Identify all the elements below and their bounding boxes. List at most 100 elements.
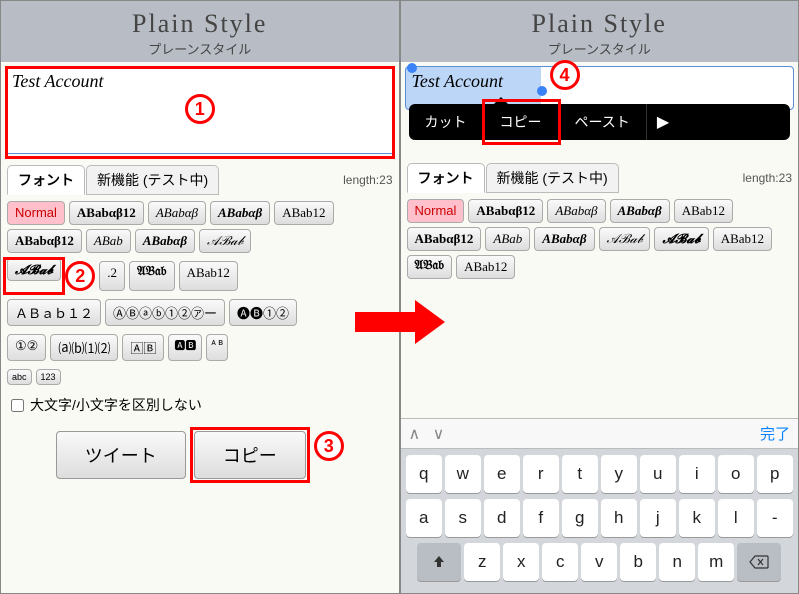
key-u[interactable]: u: [640, 455, 676, 493]
font-fraktur-bold-r[interactable]: 𝔄𝔅𝔞𝔟: [407, 255, 453, 279]
key-g[interactable]: g: [562, 499, 598, 537]
key-q[interactable]: q: [406, 455, 442, 493]
font-script-light-r[interactable]: 𝒜ℬ𝒶𝒷: [599, 227, 651, 251]
font-tiny-123[interactable]: 123: [36, 369, 61, 385]
annotation-box-3: [190, 427, 310, 483]
font-serif-bold[interactable]: ABabαβ12: [69, 201, 144, 225]
key-f[interactable]: f: [523, 499, 559, 537]
tab-font[interactable]: フォント: [7, 165, 85, 195]
font-serif-bolditalic-r[interactable]: ABabαβ: [610, 199, 670, 223]
key--[interactable]: -: [757, 499, 793, 537]
key-y[interactable]: y: [601, 455, 637, 493]
font-paren[interactable]: ⒜⒝⑴⑵: [50, 334, 118, 361]
case-checkbox[interactable]: [11, 399, 24, 412]
length-indicator: length:23: [343, 173, 392, 187]
font-sans-bold-ab12-r[interactable]: ABabαβ12: [407, 227, 482, 251]
tabs-row: フォント 新機能 (テスト中) length:23: [1, 163, 399, 197]
key-t[interactable]: t: [562, 455, 598, 493]
font-r2-ab12[interactable]: ABab12: [713, 227, 772, 251]
font-small-ab[interactable]: ᴀ ʙ: [206, 334, 228, 361]
ctx-paste[interactable]: ペースト: [559, 104, 647, 140]
key-k[interactable]: k: [679, 499, 715, 537]
font-circled[interactable]: ⒶⒷⓐⓑ①②㋐ー: [105, 299, 225, 326]
key-n[interactable]: n: [659, 543, 695, 581]
font-sans-bolditalic[interactable]: ABabαβ: [135, 229, 195, 253]
font-sans-ab12-r[interactable]: ABab12: [456, 255, 515, 279]
font-negcircled[interactable]: 🅐🅑①②: [229, 299, 297, 326]
screen-right: Plain Style プレーンスタイル Test Account 4 カット …: [400, 0, 799, 594]
key-v[interactable]: v: [581, 543, 617, 581]
key-z[interactable]: z: [464, 543, 500, 581]
font-serif-italic-r[interactable]: ABabαβ: [547, 199, 605, 223]
kb-nav-arrows-icon[interactable]: ∧ ∨: [409, 424, 449, 444]
font-mono-12[interactable]: ＡＢａｂ１２: [7, 299, 101, 326]
font-sans-bolditalic-r[interactable]: ABabαβ: [534, 227, 594, 251]
key-i[interactable]: i: [679, 455, 715, 493]
ctx-cut[interactable]: カット: [409, 104, 484, 140]
keyboard-rows: qwertyuiop asdfghjkl- zxcvbnm: [401, 449, 799, 593]
annotation-box-4: [482, 99, 561, 145]
font-serif-bolditalic[interactable]: ABabαβ: [210, 201, 270, 225]
font-inv-square[interactable]: 🄰🄱: [122, 334, 164, 361]
font-script-light[interactable]: 𝒜ℬ𝒶𝒷: [199, 229, 251, 253]
keyboard-row-1: qwertyuiop: [404, 455, 796, 493]
font-normal-r[interactable]: Normal: [407, 199, 465, 223]
key-m[interactable]: m: [698, 543, 734, 581]
tabs-row-r: フォント 新機能 (テスト中) length:23: [401, 161, 799, 195]
font-sans-ab12[interactable]: ABab12: [179, 261, 238, 291]
key-h[interactable]: h: [601, 499, 637, 537]
key-w[interactable]: w: [445, 455, 481, 493]
tab-newfeatures[interactable]: 新機能 (テスト中): [86, 165, 219, 195]
selection-handle-start[interactable]: [407, 63, 417, 73]
text-input-wrap-r: Test Account 4 カット コピー ペースト ▶: [405, 66, 795, 115]
key-shift[interactable]: [417, 543, 461, 581]
font-fraktur-bold[interactable]: 𝔄𝔅𝔞𝔟: [129, 261, 175, 291]
key-c[interactable]: c: [542, 543, 578, 581]
app-subtitle: プレーンスタイル: [1, 39, 399, 58]
annotation-num-4: 4: [550, 60, 580, 90]
app-header-r: Plain Style プレーンスタイル: [401, 1, 799, 62]
tab-newfeatures-r[interactable]: 新機能 (テスト中): [486, 163, 619, 193]
keyboard-row-3: zxcvbnm: [404, 543, 796, 581]
tweet-button[interactable]: ツイート: [56, 431, 186, 479]
font-sans-italic-ab[interactable]: ABab: [86, 229, 131, 253]
font-box-neg[interactable]: 🅰🅱: [168, 334, 202, 361]
key-b[interactable]: b: [620, 543, 656, 581]
font-buttons-grid-r: Normal ABabαβ12 ABabαβ ABabαβ ABab12 ABa…: [401, 195, 799, 283]
key-o[interactable]: o: [718, 455, 754, 493]
key-e[interactable]: e: [484, 455, 520, 493]
font-script-bold-r[interactable]: 𝓐𝓑𝓪𝓫: [654, 227, 708, 251]
font-sans-italic-ab-r[interactable]: ABab: [485, 227, 530, 251]
font-tiny-abc[interactable]: abc: [7, 369, 32, 385]
kb-done-button[interactable]: 完了: [760, 423, 790, 444]
annotation-num-2: 2: [65, 261, 95, 291]
font-serif-bold-r[interactable]: ABabαβ12: [468, 199, 543, 223]
ctx-more-icon[interactable]: ▶: [647, 104, 679, 140]
key-d[interactable]: d: [484, 499, 520, 537]
key-backspace[interactable]: [737, 543, 781, 581]
key-l[interactable]: l: [718, 499, 754, 537]
tab-font-r[interactable]: フォント: [407, 163, 485, 193]
font-sans-12-r[interactable]: ABab12: [674, 199, 733, 223]
font-serif-italic[interactable]: ABabαβ: [148, 201, 206, 225]
key-r[interactable]: r: [523, 455, 559, 493]
keyboard-toolbar: ∧ ∨ 完了: [401, 418, 799, 449]
font-normal[interactable]: Normal: [7, 201, 65, 225]
key-s[interactable]: s: [445, 499, 481, 537]
keyboard: ∧ ∨ 完了 qwertyuiop asdfghjkl- zxcvbnm: [401, 418, 799, 593]
app-subtitle-r: プレーンスタイル: [401, 39, 799, 58]
font-fraktur-12[interactable]: .2: [99, 261, 125, 291]
annotation-box-2: [3, 257, 65, 295]
app-title-r: Plain Style: [401, 9, 799, 39]
length-indicator-r: length:23: [743, 171, 792, 185]
font-circled12[interactable]: ①②: [7, 334, 46, 361]
annotation-num-1: 1: [185, 94, 215, 124]
key-p[interactable]: p: [757, 455, 793, 493]
key-x[interactable]: x: [503, 543, 539, 581]
key-j[interactable]: j: [640, 499, 676, 537]
font-sans-12[interactable]: ABab12: [274, 201, 333, 225]
selection-handle-end[interactable]: [537, 86, 547, 96]
font-sans-bold-ab12[interactable]: ABabαβ12: [7, 229, 82, 253]
key-a[interactable]: a: [406, 499, 442, 537]
case-checkbox-row: 大文字/小文字を区別しない: [1, 389, 399, 421]
